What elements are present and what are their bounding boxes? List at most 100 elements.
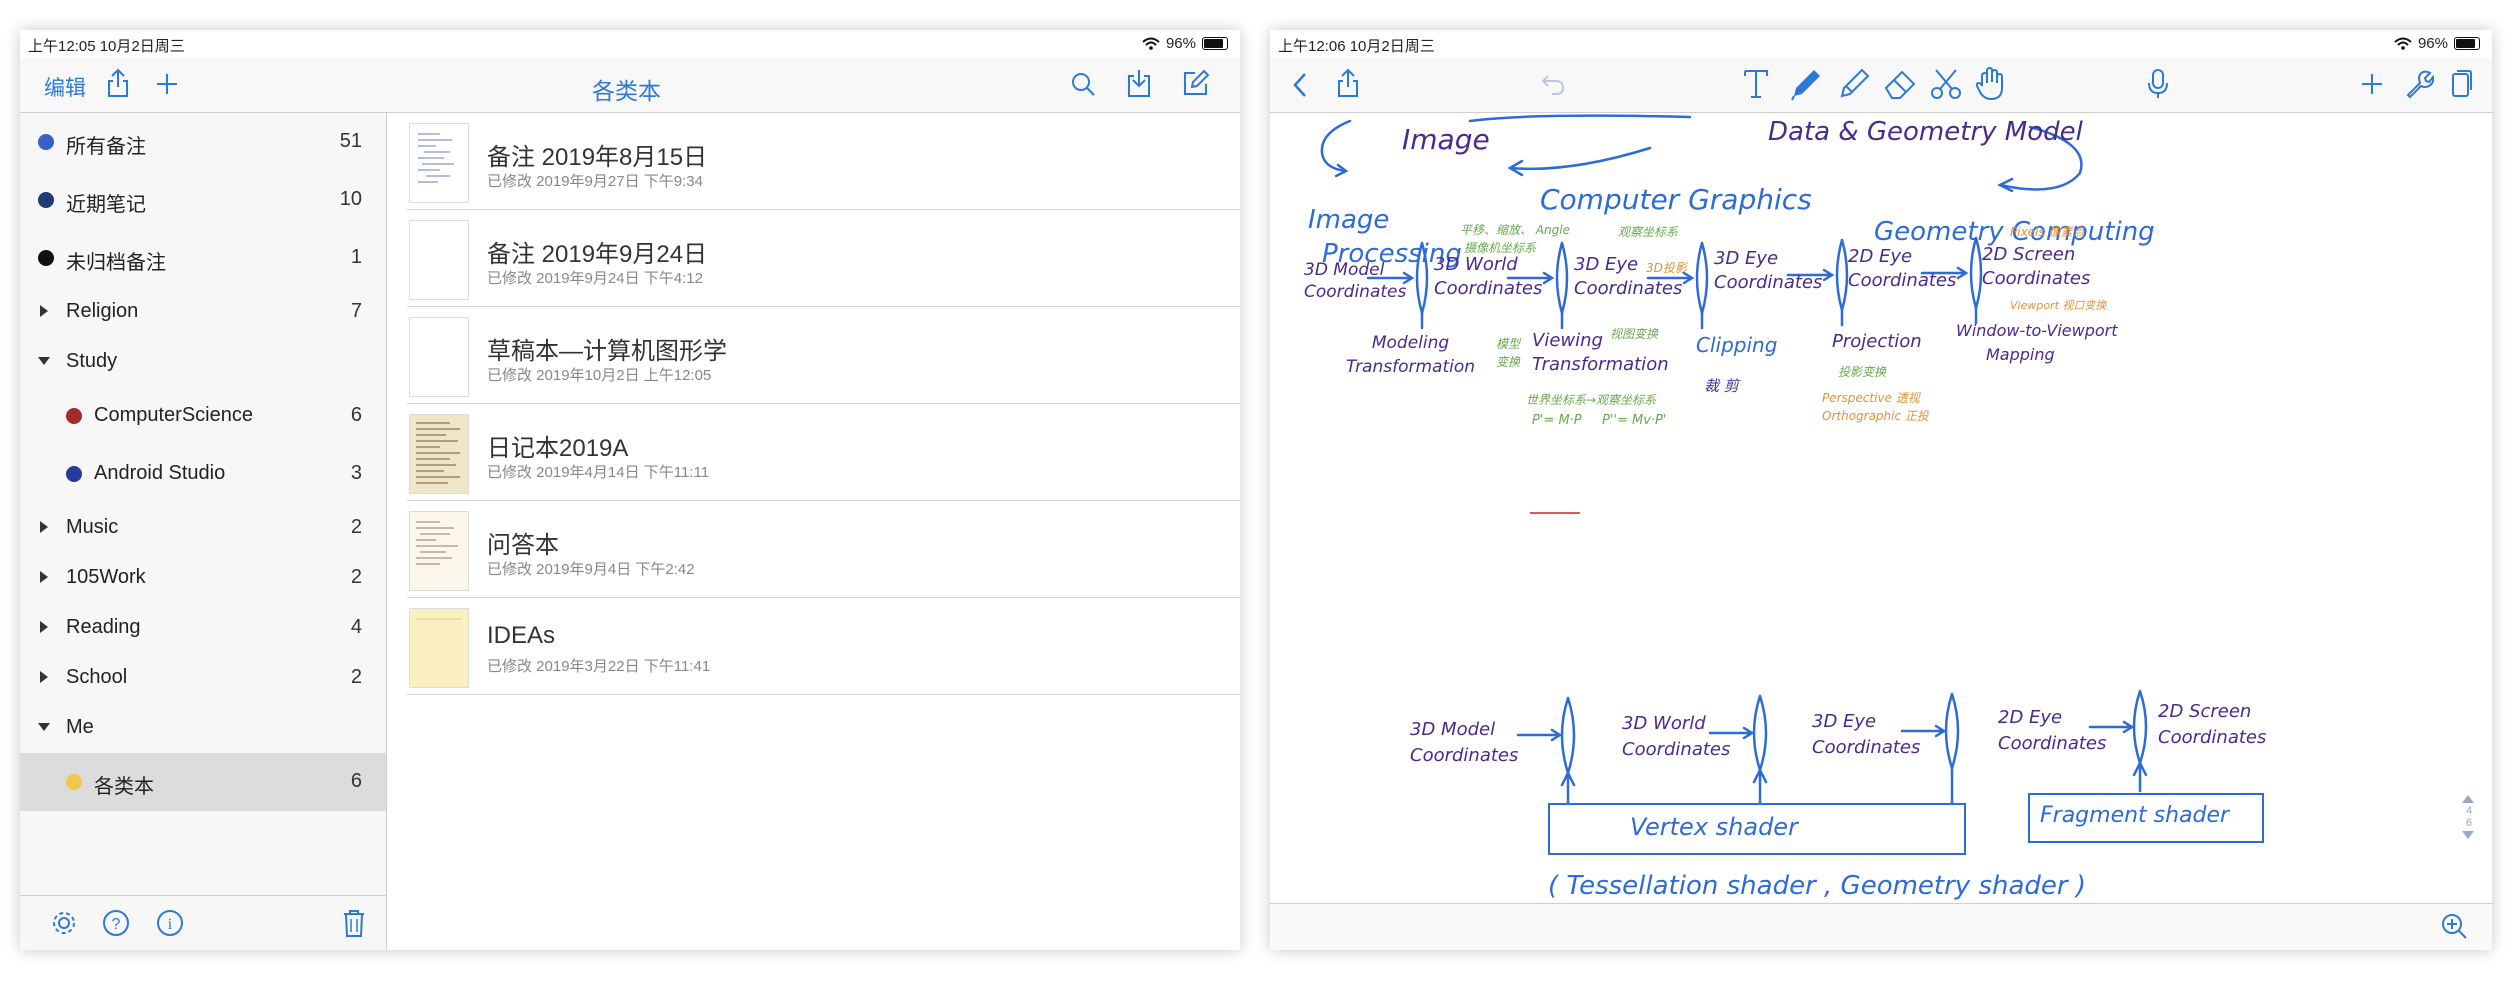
plus-icon[interactable] xyxy=(2360,72,2384,96)
sidebar-item-recent[interactable]: 近期笔记 10 xyxy=(20,171,386,229)
note-translate-scale: 平移、缩放、 Angle xyxy=(1460,223,1570,237)
sidebar-item-computerscience[interactable]: ComputerScience 6 xyxy=(20,387,386,445)
pages-icon[interactable] xyxy=(2450,68,2474,98)
plus-icon[interactable] xyxy=(155,72,179,96)
status-time: 上午12:05 10月2日周三 xyxy=(28,38,185,55)
stage-3d-model: 3D Model Coordinates xyxy=(1304,260,1407,302)
handwriting-canvas[interactable]: Image Data & Geometry Model Computer Gra… xyxy=(1270,113,2492,903)
color-dot xyxy=(66,466,82,482)
back-icon[interactable] xyxy=(1292,72,1308,98)
battery-icon xyxy=(2454,37,2480,50)
nav-bar: 编辑 各类本 xyxy=(20,58,1240,113)
note-clipping-cn: 裁 剪 xyxy=(1704,377,1739,395)
optional-shaders: ( Tessellation shader , Geometry shader … xyxy=(1548,871,2087,901)
sidebar-item-reading[interactable]: Reading 4 xyxy=(20,603,386,653)
sidebar-item-count: 2 xyxy=(350,516,362,538)
note-row[interactable]: 草稿本—计算机图形学 已修改 2019年10月2日 上午12:05 xyxy=(387,307,1240,404)
note-viewport: Viewport 视口变换 xyxy=(2010,299,2107,312)
sidebar-item-me[interactable]: Me xyxy=(20,703,386,753)
bottom-bar xyxy=(1270,903,2492,950)
disclosure-triangle-icon[interactable] xyxy=(38,723,50,731)
note-title: 日记本2019A xyxy=(487,435,629,462)
sidebar-item-label: Religion xyxy=(66,300,139,322)
sidebar-item-school[interactable]: School 2 xyxy=(20,653,386,703)
page-down-icon[interactable] xyxy=(2460,829,2478,841)
note-editor-screenshot: 上午12:06 10月2日周三 96% Image Data & Geometr… xyxy=(1270,30,2492,950)
page-up-icon[interactable] xyxy=(2460,793,2478,805)
color-dot xyxy=(38,250,54,266)
edit-button[interactable]: 编辑 xyxy=(44,72,86,102)
disclosure-triangle-icon[interactable] xyxy=(40,621,48,633)
sidebar-item-unfiled[interactable]: 未归档备注 1 xyxy=(20,229,386,287)
sidebar-item-label: 105Work xyxy=(66,566,146,588)
sidebar-item-label: Android Studio xyxy=(94,462,226,484)
sidebar-item-study[interactable]: Study xyxy=(20,337,386,387)
note-row[interactable]: IDEAs 已修改 2019年3月22日 下午11:41 xyxy=(387,598,1240,695)
sidebar-item-count: 51 xyxy=(339,130,362,152)
compose-icon[interactable] xyxy=(1182,69,1210,97)
note-view-coords: 观察坐标系 xyxy=(1618,225,1679,239)
t-projection: Projection xyxy=(1832,331,1922,352)
note-date: 已修改 2019年9月4日 下午2:42 xyxy=(487,561,695,578)
sidebar-item-label: 近期笔记 xyxy=(66,194,146,216)
sidebar-item-count: 6 xyxy=(350,770,362,792)
note-pixels: Pixels 像素点 xyxy=(2010,225,2085,239)
hand-icon[interactable] xyxy=(1974,66,2008,102)
microphone-icon[interactable] xyxy=(2146,68,2170,100)
note-thumbnail xyxy=(409,414,469,494)
share-icon[interactable] xyxy=(1336,68,1360,98)
disclosure-triangle-icon[interactable] xyxy=(38,357,50,365)
sidebar-item-music[interactable]: Music 2 xyxy=(20,503,386,553)
note-formula-2: P''= Mv·P' xyxy=(1602,413,1667,428)
shader-3d-eye: 3D Eye Coordinates xyxy=(1812,711,1921,758)
editor-toolbar xyxy=(1270,58,2492,113)
sidebar-item-notebook-selected[interactable]: 各类本 6 xyxy=(20,753,386,811)
search-icon[interactable] xyxy=(1070,71,1096,97)
sidebar-item-105work[interactable]: 105Work 2 xyxy=(20,553,386,603)
text-tool-icon[interactable] xyxy=(1742,68,1770,100)
note-row[interactable]: 备注 2019年9月24日 已修改 2019年9月24日 下午4:12 xyxy=(387,210,1240,307)
note-thumbnail xyxy=(409,220,469,300)
disclosure-triangle-icon[interactable] xyxy=(40,305,48,317)
note-title: 备注 2019年9月24日 xyxy=(487,241,708,268)
sidebar-item-label: 各类本 xyxy=(94,776,154,798)
note-date: 已修改 2019年4月14日 下午11:11 xyxy=(487,464,710,481)
sidebar: 所有备注 51 近期笔记 10 未归档备注 1 Religion 7 Study… xyxy=(20,113,387,950)
note-row[interactable]: 备注 2019年8月15日 已修改 2019年9月27日 下午9:34 xyxy=(387,113,1240,210)
settings-icon[interactable] xyxy=(50,909,78,937)
page-indicator[interactable]: 4 6 xyxy=(2460,793,2478,841)
wrench-icon[interactable] xyxy=(2404,69,2434,99)
note-row[interactable]: 问答本 已修改 2019年9月4日 下午2:42 xyxy=(387,501,1240,598)
eraser-icon[interactable] xyxy=(1882,66,1918,102)
sidebar-item-count: 2 xyxy=(350,566,362,588)
info-icon[interactable]: i xyxy=(156,909,184,937)
disclosure-triangle-icon[interactable] xyxy=(40,571,48,583)
sidebar-item-religion[interactable]: Religion 7 xyxy=(20,287,386,337)
sidebar-item-count: 10 xyxy=(339,188,362,210)
sidebar-footer: ? i xyxy=(20,895,386,950)
color-dot xyxy=(38,134,54,150)
note-3d-projection: 3D投影 xyxy=(1646,261,1687,275)
note-row[interactable]: 日记本2019A 已修改 2019年4月14日 下午11:11 xyxy=(387,404,1240,501)
sidebar-item-android-studio[interactable]: Android Studio 3 xyxy=(20,445,386,503)
note-thumbnail xyxy=(409,511,469,591)
scissors-icon[interactable] xyxy=(1928,66,1964,102)
highlighter-icon[interactable] xyxy=(1836,66,1872,102)
pen-icon[interactable] xyxy=(1788,66,1824,102)
undo-icon[interactable] xyxy=(1540,72,1566,96)
help-icon[interactable]: ? xyxy=(102,909,130,937)
sidebar-item-all-notes[interactable]: 所有备注 51 xyxy=(20,113,386,171)
trash-icon[interactable] xyxy=(342,908,366,938)
hw-computer-graphics: Computer Graphics xyxy=(1540,183,1812,216)
zoom-in-icon[interactable] xyxy=(2440,912,2468,940)
sidebar-item-label: Study xyxy=(66,350,118,372)
t-window-viewport: Window-to-Viewport Mapping xyxy=(1956,321,2118,364)
disclosure-triangle-icon[interactable] xyxy=(40,671,48,683)
note-camera-coords: 摄像机坐标系 xyxy=(1464,241,1537,255)
note-thumbnail xyxy=(409,317,469,397)
import-icon[interactable] xyxy=(1126,68,1152,98)
share-icon[interactable] xyxy=(106,68,130,98)
note-thumbnail xyxy=(409,123,469,203)
disclosure-triangle-icon[interactable] xyxy=(40,521,48,533)
hw-data-model: Data & Geometry Model xyxy=(1768,117,2083,147)
